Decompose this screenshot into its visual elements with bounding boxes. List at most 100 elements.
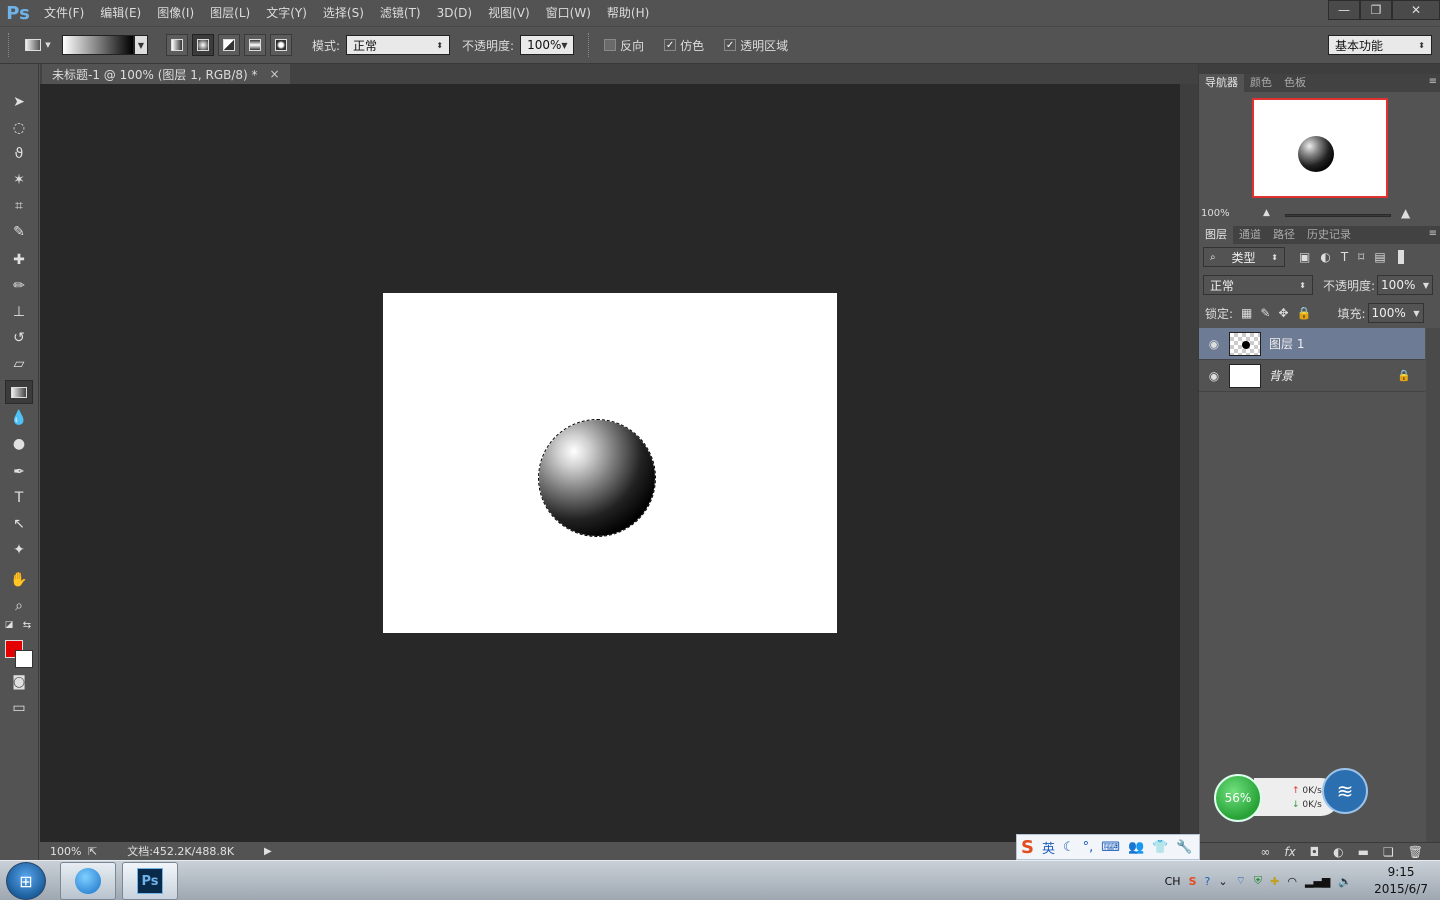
eye-icon[interactable]: ◉ (1199, 337, 1229, 351)
link-layers-icon[interactable]: ∞ (1260, 845, 1270, 859)
gradient-dropdown-button[interactable]: ▼ (134, 35, 148, 55)
layer-row-background[interactable]: ◉ 背景 🔒 (1199, 360, 1425, 392)
layers-scrollbar[interactable] (1426, 328, 1440, 842)
zoom-out-icon[interactable]: ▲ (1263, 208, 1270, 218)
wrench-icon[interactable]: 🔧 (1176, 840, 1192, 855)
lock-transparent-icon[interactable]: ▦ (1241, 306, 1252, 320)
shield-icon[interactable]: ⛨ (1254, 874, 1262, 888)
dodge-tool-icon[interactable]: ● (5, 432, 33, 456)
lasso-tool-icon[interactable]: ϑ (5, 142, 33, 166)
eraser-tool-icon[interactable]: ▱ (5, 352, 33, 376)
mode-select[interactable]: 正常 ⬍ (346, 35, 451, 55)
play-arrow-icon[interactable]: ▶ (264, 846, 272, 857)
menu-help[interactable]: 帮助(H) (599, 0, 657, 26)
transparency-checkbox[interactable]: ✓ (724, 39, 737, 51)
reflected-gradient-button[interactable] (244, 34, 266, 56)
new-layer-icon[interactable]: ❏ (1383, 845, 1394, 859)
dither-checkbox[interactable]: ✓ (664, 39, 677, 51)
ime-mode[interactable]: 英 (1042, 838, 1055, 857)
eye-icon[interactable]: ◉ (1199, 369, 1229, 383)
menu-layer[interactable]: 图层(L) (202, 0, 258, 26)
document-tab[interactable]: 未标题-1 @ 100% (图层 1, RGB/8) * × (42, 64, 290, 84)
filter-toggle[interactable] (1397, 250, 1404, 264)
quick-mask-icon[interactable]: ◙ (5, 670, 33, 694)
eyedropper-tool-icon[interactable]: ✎ (5, 220, 33, 244)
menu-image[interactable]: 图像(I) (149, 0, 202, 26)
wifi-tray-icon[interactable]: ◠ (1287, 875, 1297, 888)
clone-stamp-tool-icon[interactable]: ⊥ (5, 300, 33, 324)
reverse-checkbox[interactable] (604, 39, 617, 51)
volume-icon[interactable]: 🔊 (1338, 875, 1352, 888)
new-group-icon[interactable]: ▬ (1358, 845, 1369, 859)
lock-image-icon[interactable]: ✎ (1260, 306, 1270, 320)
network-speed-widget[interactable]: ↑ 0K/s ↓ 0K/s 56% ≋ (1214, 768, 1374, 824)
export-icon[interactable]: ⇱ (88, 845, 97, 858)
blend-mode-select[interactable]: 正常 ⬍ (1203, 275, 1313, 295)
fx-icon[interactable]: fx (1284, 845, 1295, 859)
help-icon[interactable]: ? (1205, 875, 1211, 888)
canvas-workspace[interactable] (40, 84, 1180, 842)
filter-smart-object-icon[interactable]: ▤ (1374, 250, 1385, 264)
swap-colors-icon[interactable]: ⇆ (20, 618, 34, 632)
navigator-thumbnail[interactable] (1252, 98, 1388, 198)
close-button[interactable]: ✕ (1392, 0, 1440, 20)
angle-gradient-button[interactable] (218, 34, 240, 56)
opacity-input[interactable]: 100% ▼ (520, 35, 575, 55)
sogou-tray-icon[interactable]: S (1189, 875, 1197, 888)
menu-3d[interactable]: 3D(D) (429, 0, 480, 26)
crop-tool-icon[interactable]: ⌗ (5, 194, 33, 218)
radial-gradient-button[interactable] (192, 34, 214, 56)
memory-percent[interactable]: 56% (1214, 774, 1262, 822)
tab-navigator[interactable]: 导航器 (1199, 74, 1244, 92)
panel-menu-icon[interactable]: ≡ (1429, 228, 1437, 239)
background-color-swatch[interactable] (15, 650, 33, 668)
minimize-button[interactable]: — (1328, 0, 1360, 20)
workspace-select[interactable]: 基本功能 ⬍ (1328, 35, 1432, 55)
layer-row-layer1[interactable]: ◉ 图层 1 (1199, 328, 1425, 360)
filter-adjustment-icon[interactable]: ◐ (1320, 250, 1330, 264)
move-tool-icon[interactable]: ➤ (5, 90, 33, 114)
healing-brush-tool-icon[interactable]: ✚ (5, 248, 33, 272)
tab-channels[interactable]: 通道 (1233, 226, 1267, 244)
menu-window[interactable]: 窗口(W) (538, 0, 599, 26)
path-selection-tool-icon[interactable]: ↖ (5, 512, 33, 536)
security-tray-icon[interactable]: ✚ (1270, 875, 1279, 888)
tab-layers[interactable]: 图层 (1199, 226, 1233, 244)
elliptical-marquee-tool-icon[interactable]: ◌ (5, 116, 33, 140)
menu-view[interactable]: 视图(V) (480, 0, 538, 26)
user-icon[interactable]: 👥 (1128, 840, 1144, 855)
default-colors-icon[interactable]: ◪ (2, 618, 16, 632)
keyboard-icon[interactable]: ⌨ (1101, 840, 1120, 855)
tab-paths[interactable]: 路径 (1267, 226, 1301, 244)
layer-filter-select[interactable]: ⌕ 类型 ⬍ (1203, 247, 1285, 267)
signal-icon[interactable]: ▂▄▆ (1305, 875, 1330, 888)
language-indicator[interactable]: CH (1165, 875, 1181, 888)
tab-color[interactable]: 颜色 (1244, 74, 1278, 92)
linear-gradient-button[interactable] (166, 34, 188, 56)
document-canvas[interactable] (383, 293, 837, 633)
skin-icon[interactable]: 👕 (1152, 840, 1168, 855)
filter-type-icon[interactable]: T (1341, 250, 1348, 264)
clock[interactable]: 9:15 2015/6/7 (1374, 864, 1428, 898)
menu-edit[interactable]: 编辑(E) (92, 0, 149, 26)
adjustment-layer-icon[interactable]: ◐ (1333, 845, 1343, 859)
magic-wand-tool-icon[interactable]: ✶ (5, 168, 33, 192)
layer-opacity-input[interactable]: 100% ▼ (1377, 275, 1434, 295)
lock-all-icon[interactable]: 🔒 (1297, 306, 1312, 320)
moon-icon[interactable]: ☾ (1063, 840, 1075, 855)
fill-input[interactable]: 100% ▼ (1367, 303, 1424, 323)
history-brush-tool-icon[interactable]: ↺ (5, 326, 33, 350)
zoom-in-icon[interactable]: ▲ (1401, 206, 1410, 220)
chevron-down-icon[interactable]: ⌄ (1218, 875, 1227, 888)
screen-mode-icon[interactable]: ▭ (5, 696, 33, 720)
custom-shape-tool-icon[interactable]: ✦ (5, 538, 33, 562)
navigator-zoom-slider[interactable] (1285, 214, 1391, 217)
restore-button[interactable]: ❐ (1360, 0, 1392, 20)
close-tab-icon[interactable]: × (270, 67, 280, 81)
navigator-zoom[interactable]: 100% (1201, 208, 1230, 219)
blur-tool-icon[interactable]: 💧 (5, 406, 33, 430)
menu-type[interactable]: 文字(Y) (258, 0, 315, 26)
menu-filter[interactable]: 滤镜(T) (372, 0, 429, 26)
vertical-scrollbar[interactable] (1180, 84, 1198, 842)
panel-menu-icon[interactable]: ≡ (1429, 76, 1437, 87)
